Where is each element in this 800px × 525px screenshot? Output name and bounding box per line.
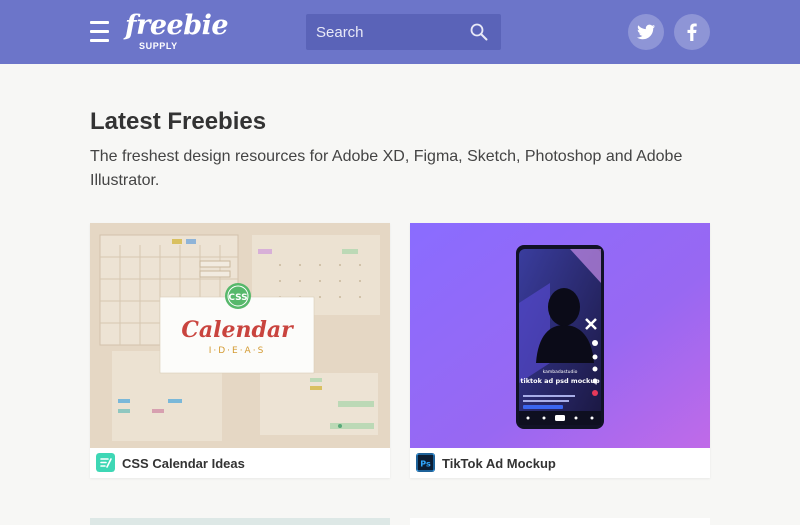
search-icon[interactable]: [470, 23, 488, 41]
facebook-icon: [687, 23, 697, 41]
calendar-preview-image: CSS Calendar I·D·E·A·S: [90, 223, 390, 448]
logo-subtitle: SUPPLY: [139, 41, 178, 51]
tiktok-username: kambadastudio: [543, 369, 578, 375]
hamburger-icon[interactable]: [90, 21, 109, 43]
card-thumbnail[interactable]: CSS Calendar I·D·E·A·S: [90, 223, 390, 448]
next-card-preview[interactable]: [410, 518, 710, 525]
freebie-card-css-calendar[interactable]: CSS Calendar I·D·E·A·S CSS Calendar Idea…: [90, 223, 390, 478]
css-tag-label: CSS: [228, 293, 247, 303]
freebie-card-tiktok-mockup[interactable]: kambadastudio tiktok ad psd mockup Ps Ti…: [410, 223, 710, 478]
page-description: The freshest design resources for Adobe …: [90, 148, 683, 189]
code-badge-icon: [96, 453, 115, 472]
card-thumbnail[interactable]: kambadastudio tiktok ad psd mockup: [410, 223, 710, 448]
card-title[interactable]: CSS Calendar Ideas: [122, 456, 245, 471]
photoshop-badge-icon: Ps: [416, 453, 435, 472]
photoshop-badge-label: Ps: [420, 460, 431, 469]
twitter-button[interactable]: [628, 14, 664, 50]
next-card-preview[interactable]: [90, 518, 390, 525]
facebook-button[interactable]: [674, 14, 710, 50]
tiktok-phone-title: tiktok ad psd mockup: [520, 377, 600, 385]
logo-wordmark: freebie: [125, 10, 229, 41]
card-footer: CSS Calendar Ideas: [90, 448, 390, 478]
tiktok-mockup-image: kambadastudio tiktok ad psd mockup: [410, 223, 710, 448]
calendar-headline: Calendar: [181, 317, 294, 343]
search-input[interactable]: [306, 14, 466, 50]
calendar-subline: I·D·E·A·S: [209, 346, 266, 356]
twitter-icon: [637, 24, 655, 40]
card-footer: Ps TikTok Ad Mockup: [410, 448, 710, 478]
card-title[interactable]: TikTok Ad Mockup: [442, 456, 556, 471]
page-title: Latest Freebies: [90, 108, 267, 135]
freebie-supply-logo[interactable]: freebie SUPPLY: [125, 11, 229, 53]
